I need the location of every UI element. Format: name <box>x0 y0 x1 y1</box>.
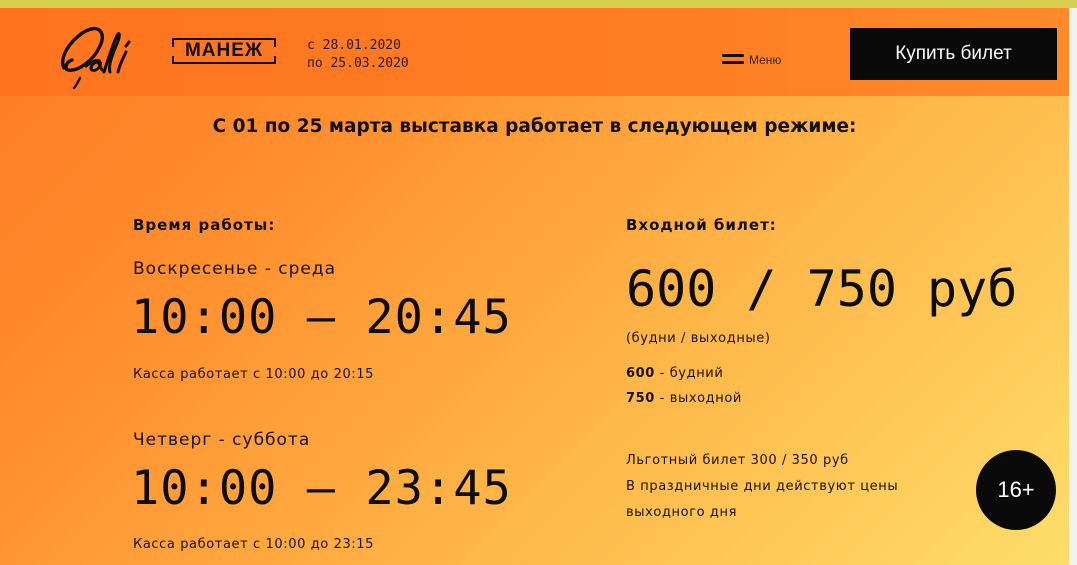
holiday-note-line-1: В праздничные дни действуют цены <box>626 479 899 494</box>
exhibition-dates: с 28.01.2020 по 25.03.2020 <box>307 37 409 73</box>
top-strip <box>0 0 1077 8</box>
opening-time-2: 10:00 – 23:45 <box>131 461 512 516</box>
date-from: с 28.01.2020 <box>307 38 401 53</box>
buy-ticket-button[interactable]: Купить билет <box>850 28 1057 80</box>
schedule-notice: С 01 по 25 марта выставка работает в сле… <box>212 116 857 137</box>
ticket-title: Входной билет: <box>626 216 777 234</box>
box-office-hours-2: Касса работает с 10:00 до 23:15 <box>133 537 375 552</box>
price-row-weekday-value: 600 <box>626 366 655 381</box>
holiday-note-line-2: выходного дня <box>626 505 738 520</box>
menu-label: Меню <box>749 53 782 67</box>
site-header: МАНЕЖ с 28.01.2020 по 25.03.2020 Меню Ку… <box>0 8 1069 96</box>
price-row-weekday: 600 - будний <box>626 366 723 381</box>
price-note: (будни / выходные) <box>626 331 771 346</box>
hamburger-icon <box>722 54 744 66</box>
dali-logo[interactable] <box>56 16 151 94</box>
price-row-weekend: 750 - выходной <box>626 391 742 406</box>
age-rating-badge: 16+ <box>976 450 1056 530</box>
manezh-logo[interactable]: МАНЕЖ <box>172 36 280 70</box>
price-row-weekend-label: - выходной <box>654 391 742 406</box>
dali-logo-icon <box>61 27 131 90</box>
hours-title: Время работы: <box>133 216 276 234</box>
price-row-weekday-label: - будний <box>654 366 724 381</box>
manezh-logo-text: МАНЕЖ <box>184 40 264 61</box>
page: МАНЕЖ с 28.01.2020 по 25.03.2020 Меню Ку… <box>0 8 1069 565</box>
days-range-1: Воскресенье - среда <box>133 259 337 279</box>
days-range-2: Четверг - суббота <box>133 430 311 450</box>
price-row-weekend-value: 750 <box>626 391 655 406</box>
date-to: по 25.03.2020 <box>307 56 409 71</box>
discount-ticket: Льготный билет 300 / 350 руб <box>626 453 849 468</box>
scrollbar[interactable] <box>1069 8 1077 565</box>
ticket-price: 600 / 750 руб <box>626 260 1018 318</box>
box-office-hours-1: Касса работает с 10:00 до 20:15 <box>133 367 375 382</box>
opening-time-1: 10:00 – 20:45 <box>131 290 512 345</box>
